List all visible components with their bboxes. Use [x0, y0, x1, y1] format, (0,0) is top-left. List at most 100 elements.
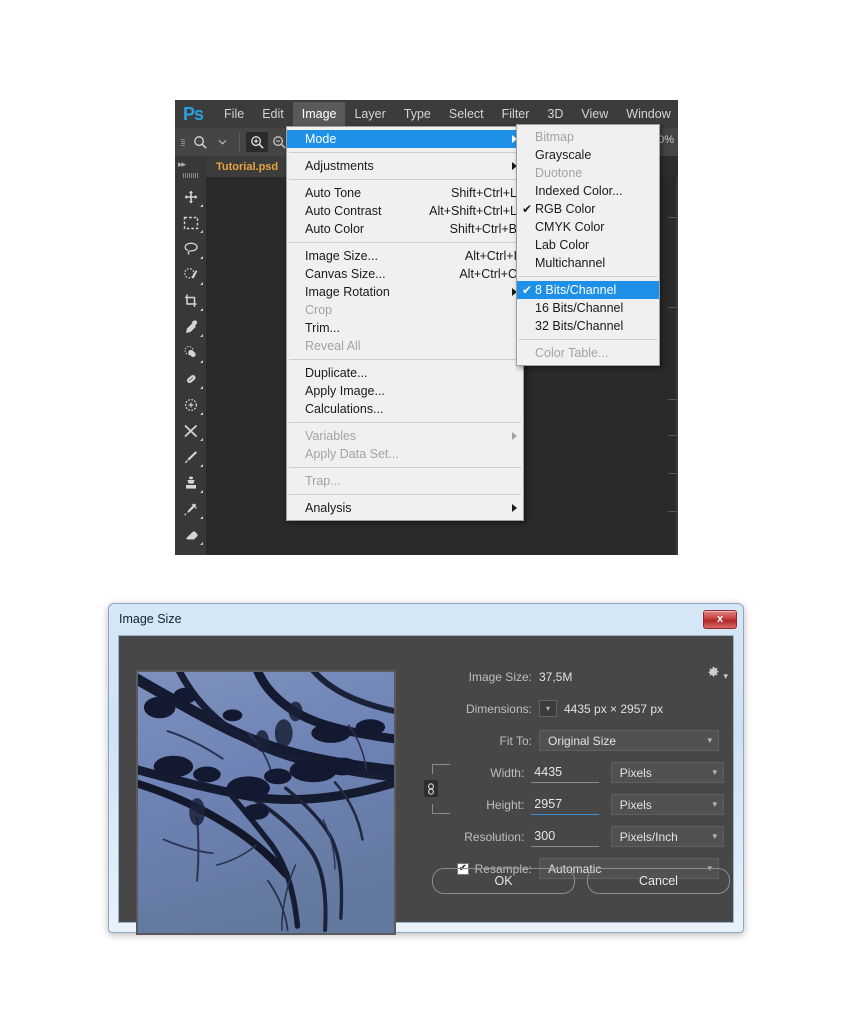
menu-item-analysis[interactable]: Analysis — [287, 499, 523, 517]
menu-bar-item-3d[interactable]: 3D — [538, 102, 572, 126]
close-icon[interactable]: x — [703, 609, 737, 629]
menu-bar-item-file[interactable]: File — [215, 102, 253, 126]
patch-tool-icon[interactable] — [175, 366, 206, 392]
width-unit-select[interactable]: Pixels ▾ — [610, 762, 724, 783]
history-brush-tool-icon[interactable] — [175, 496, 206, 522]
menu-item-image-size[interactable]: Image Size... Alt+Ctrl+I — [287, 247, 523, 265]
fit-to-label: Fit To: — [499, 733, 532, 748]
menu-item-label: Analysis — [305, 501, 352, 515]
submenu-item-indexed-color[interactable]: Indexed Color... — [517, 182, 659, 200]
submenu-item-8-bits-channel[interactable]: ✔ 8 Bits/Channel — [517, 281, 659, 299]
menu-item-apply-image[interactable]: Apply Image... — [287, 382, 523, 400]
submenu-item-duotone[interactable]: Duotone — [517, 164, 659, 182]
menu-item-auto-tone[interactable]: Auto Tone Shift+Ctrl+L — [287, 184, 523, 202]
height-unit-value: Pixels — [619, 797, 652, 812]
crop-tool-icon[interactable] — [175, 288, 206, 314]
fit-to-select[interactable]: Original Size ▾ — [539, 730, 719, 751]
menu-item-label: 16 Bits/Channel — [535, 301, 624, 315]
eraser-tool-icon[interactable] — [175, 522, 206, 548]
menu-bar-item-image[interactable]: Image — [292, 102, 346, 126]
options-bar-grip[interactable] — [181, 138, 185, 146]
menu-item-variables[interactable]: Variables — [287, 427, 523, 445]
menu-bar-item-select[interactable]: Select — [440, 102, 493, 126]
quick-selection-tool-icon[interactable] — [175, 262, 206, 288]
dimensions-label: Dimensions: — [465, 701, 532, 716]
brush-tool-icon[interactable] — [175, 444, 206, 470]
height-row: Height: 2957 Pixels ▾ — [414, 794, 724, 815]
menu-item-calculations[interactable]: Calculations... — [287, 400, 523, 418]
resolution-unit-select[interactable]: Pixels/Inch ▾ — [610, 826, 724, 847]
menu-item-trap[interactable]: Trap... — [287, 472, 523, 490]
gear-icon[interactable]: ▾ — [707, 666, 728, 682]
menu-item-shortcut: Shift+Ctrl+L — [450, 186, 517, 200]
rectangular-marquee-tool-icon[interactable] — [175, 210, 206, 236]
menu-item-label: Image Size... — [305, 249, 378, 263]
image-menu-dropdown[interactable]: Mode Adjustments Auto Tone Shift+Ctrl+L Auto… — [286, 126, 524, 521]
menu-item-label: Color Table... — [535, 346, 609, 360]
menu-bar-item-filter[interactable]: Filter — [493, 102, 539, 126]
menu-item-crop[interactable]: Crop — [287, 301, 523, 319]
image-size-form: Image Size: 37,5M ▾ Dimensions: ▾ 4435 p… — [414, 666, 728, 890]
submenu-item-16-bits-channel[interactable]: 16 Bits/Channel — [517, 299, 659, 317]
constrain-proportions-chain-icon[interactable] — [424, 780, 438, 797]
menu-item-label: Auto Tone — [305, 186, 362, 200]
menu-item-label: Canvas Size... — [305, 267, 386, 281]
resolution-input[interactable]: 300 — [531, 827, 599, 847]
menu-item-duplicate[interactable]: Duplicate... — [287, 364, 523, 382]
mode-submenu-dropdown[interactable]: Bitmap Grayscale Duotone Indexed Color... ✔ R… — [516, 124, 660, 366]
menu-item-auto-color[interactable]: Auto Color Shift+Ctrl+B — [287, 220, 523, 238]
menu-bar-items: File Edit Image Layer Type Select Filter 3D View… — [215, 102, 678, 126]
height-unit-select[interactable]: Pixels ▾ — [610, 794, 724, 815]
menu-item-image-rotation[interactable]: Image Rotation — [287, 283, 523, 301]
cancel-button[interactable]: Cancel — [587, 868, 730, 894]
menu-bar-item-view[interactable]: View — [572, 102, 617, 126]
move-tool-icon[interactable] — [175, 184, 206, 210]
menu-item-adjustments[interactable]: Adjustments — [287, 157, 523, 175]
submenu-item-cmyk-color[interactable]: CMYK Color — [517, 218, 659, 236]
submenu-item-grayscale[interactable]: Grayscale — [517, 146, 659, 164]
eyedropper-tool-icon[interactable] — [175, 314, 206, 340]
menu-item-label: Bitmap — [535, 130, 574, 144]
width-unit-value: Pixels — [619, 765, 652, 780]
submenu-item-bitmap[interactable]: Bitmap — [517, 128, 659, 146]
width-input[interactable]: 4435 — [531, 763, 599, 783]
submenu-item-color-table[interactable]: Color Table... — [517, 344, 659, 362]
menu-item-reveal-all[interactable]: Reveal All — [287, 337, 523, 355]
submenu-item-rgb-color[interactable]: ✔ RGB Color — [517, 200, 659, 218]
menu-item-canvas-size[interactable]: Canvas Size... Alt+Ctrl+C — [287, 265, 523, 283]
zoom-in-icon[interactable] — [246, 132, 268, 152]
menu-item-apply-data-set[interactable]: Apply Data Set... — [287, 445, 523, 463]
submenu-item-32-bits-channel[interactable]: 32 Bits/Channel — [517, 317, 659, 335]
menu-item-label: Multichannel — [535, 256, 606, 270]
red-eye-tool-icon[interactable] — [175, 418, 206, 444]
image-size-dialog: Image Size x Image Size: 37,5M ▾ Dimensi… — [108, 603, 744, 935]
height-input[interactable]: 2957 — [531, 795, 599, 815]
menu-separator — [519, 276, 657, 277]
constrain-proportions-control[interactable] — [419, 762, 453, 814]
spot-healing-brush-tool-icon[interactable] — [175, 340, 206, 366]
tool-preset-chevron-down-icon[interactable] — [211, 132, 233, 152]
image-preview[interactable] — [136, 670, 396, 935]
menu-bar-item-edit[interactable]: Edit — [253, 102, 293, 126]
zoom-tool-icon[interactable] — [189, 132, 211, 152]
submenu-item-lab-color[interactable]: Lab Color — [517, 236, 659, 254]
ok-button[interactable]: OK — [432, 868, 575, 894]
menu-bar-item-type[interactable]: Type — [395, 102, 440, 126]
content-aware-move-tool-icon[interactable] — [175, 392, 206, 418]
menu-bar-item-layer[interactable]: Layer — [345, 102, 394, 126]
dialog-title-bar[interactable]: Image Size x — [109, 604, 743, 634]
dimensions-units-dropdown[interactable]: ▾ — [539, 700, 557, 717]
submenu-item-multichannel[interactable]: Multichannel — [517, 254, 659, 272]
document-tab-tutorial-psd[interactable]: Tutorial.psd — [206, 156, 290, 177]
menu-item-auto-contrast[interactable]: Auto Contrast Alt+Shift+Ctrl+L — [287, 202, 523, 220]
menu-item-mode[interactable]: Mode — [287, 130, 523, 148]
double-chevron-right-icon[interactable]: ▸▸ — [175, 156, 206, 171]
menu-item-label: Adjustments — [305, 159, 374, 173]
menu-item-shortcut: Shift+Ctrl+B — [449, 222, 517, 236]
lasso-tool-icon[interactable] — [175, 236, 206, 262]
clone-stamp-tool-icon[interactable] — [175, 470, 206, 496]
menu-item-trim[interactable]: Trim... — [287, 319, 523, 337]
menu-item-shortcut: Alt+Ctrl+I — [464, 249, 517, 263]
menu-bar-item-window[interactable]: Window — [617, 102, 678, 126]
tools-panel-grip[interactable] — [182, 173, 199, 178]
